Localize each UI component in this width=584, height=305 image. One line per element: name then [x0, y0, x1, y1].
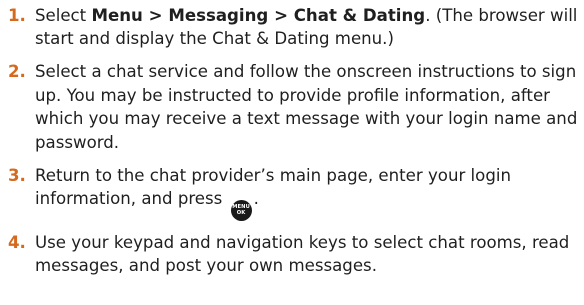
step-number: 3. [8, 165, 26, 185]
step-1: 1. Select Menu > Messaging > Chat & Dati… [8, 4, 580, 51]
step-text: Return to the chat provider’s main page,… [35, 165, 511, 222]
step-text-end: . [253, 189, 259, 209]
step-text-start: Select [35, 6, 92, 25]
step-number: 1. [8, 6, 26, 25]
step-4: 4. Use your keypad and navigation keys t… [8, 231, 580, 278]
step-3: 3. Return to the chat provider’s main pa… [8, 164, 580, 222]
step-2: 2. Select a chat service and follow the … [8, 60, 580, 154]
key-label-ok: OK [236, 209, 246, 216]
step-text: Select a chat service and follow the ons… [35, 62, 578, 152]
menu-ok-key-icon: MENU OK [230, 200, 252, 222]
step-text: Select Menu > Messaging > Chat & Dating.… [35, 6, 577, 48]
menu-path: Menu > Messaging > Chat & Dating [91, 6, 426, 25]
step-text: Use your keypad and navigation keys to s… [35, 232, 570, 276]
instruction-steps: 1. Select Menu > Messaging > Chat & Dati… [8, 4, 580, 287]
step-number: 4. [8, 232, 26, 252]
step-number: 2. [8, 62, 26, 82]
step-text-start: Return to the chat provider’s main page,… [35, 165, 511, 209]
